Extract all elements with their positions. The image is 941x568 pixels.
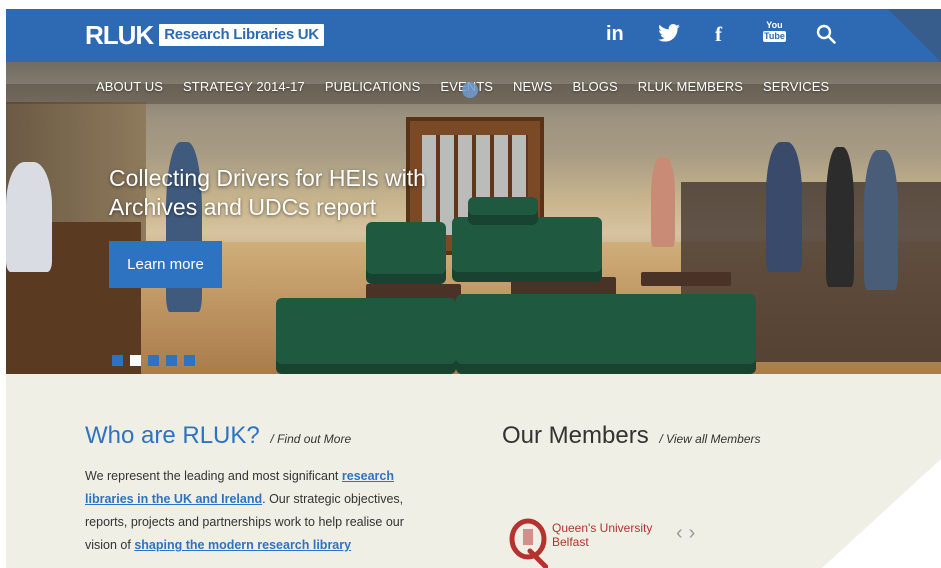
hero-photo-sofa — [456, 294, 756, 374]
member-logo-qub[interactable]: Queen's University Belfast — [508, 517, 652, 568]
qub-name: Queen's University Belfast — [552, 521, 652, 549]
next-arrow-icon[interactable]: › — [689, 522, 696, 545]
carousel-dot[interactable] — [166, 355, 177, 366]
who-heading: Who are RLUK? / Find out More — [85, 422, 351, 450]
qub-name-line1: Queen's University — [552, 521, 653, 535]
prev-arrow-icon[interactable]: ‹ — [676, 522, 683, 545]
hero-photo-person — [6, 162, 52, 272]
shaping-library-link[interactable]: shaping the modern research library — [134, 538, 351, 552]
carousel-dot[interactable] — [184, 355, 195, 366]
site-header: RLUK Research Libraries UK in f You Tube — [6, 9, 941, 62]
search-icon[interactable] — [816, 24, 836, 49]
qub-name-line2: Belfast — [552, 535, 589, 549]
nav-services[interactable]: SERVICES — [763, 79, 829, 94]
nav-blogs[interactable]: BLOGS — [572, 79, 617, 94]
carousel-dot-active[interactable] — [130, 355, 141, 366]
hero-title: Collecting Drivers for HEIs with Archive… — [109, 165, 426, 220]
qub-crest-icon — [508, 517, 549, 568]
youtube-tube-text: Tube — [763, 31, 786, 42]
youtube-icon[interactable]: You Tube — [763, 21, 786, 42]
carousel-dot[interactable] — [112, 355, 123, 366]
hero-photo-person — [826, 147, 854, 287]
facebook-icon[interactable]: f — [715, 22, 722, 47]
nav-strategy[interactable]: STRATEGY 2014-17 — [183, 79, 305, 94]
hero-photo-person — [651, 157, 675, 247]
hero-photo-sofa — [276, 298, 456, 374]
hero-photo-person — [864, 150, 898, 290]
find-out-more-link[interactable]: / Find out More — [270, 432, 351, 446]
nav-news[interactable]: NEWS — [513, 79, 552, 94]
nav-rluk-members[interactable]: RLUK MEMBERS — [638, 79, 743, 94]
nav-publications[interactable]: PUBLICATIONS — [325, 79, 421, 94]
view-all-members-link[interactable]: / View all Members — [659, 432, 760, 446]
hero-photo-person — [766, 142, 802, 272]
hero-photo-sofa — [452, 217, 602, 282]
carousel-dot[interactable] — [148, 355, 159, 366]
members-heading: Our Members / View all Members — [502, 422, 761, 450]
youtube-you-text: You — [766, 20, 783, 30]
learn-more-button[interactable]: Learn more — [109, 241, 222, 288]
rluk-logo[interactable]: RLUK Research Libraries UK — [85, 22, 324, 48]
nav-about-us[interactable]: ABOUT US — [96, 79, 163, 94]
members-title: Our Members — [502, 422, 649, 449]
who-description: We represent the leading and most signif… — [85, 465, 425, 557]
cursor-indicator — [462, 82, 478, 98]
hero-photo-sofa — [366, 222, 446, 284]
who-title: Who are RLUK? — [85, 422, 260, 449]
browser-viewport: RLUK Research Libraries UK in f You Tube — [6, 9, 941, 568]
content-section: Who are RLUK? / Find out More We represe… — [6, 374, 941, 568]
who-text-part: We represent the leading and most signif… — [85, 469, 342, 483]
header-corner-decoration — [888, 9, 941, 62]
members-carousel-arrows: ‹ › — [676, 522, 695, 545]
corner-decoration — [821, 459, 941, 568]
hero-carousel: ABOUT US STRATEGY 2014-17 PUBLICATIONS E… — [6, 62, 941, 374]
twitter-icon[interactable] — [658, 24, 680, 47]
logo-wordmark: RLUK — [85, 20, 154, 50]
hero-photo-table — [641, 272, 731, 286]
carousel-pagination — [112, 355, 195, 366]
logo-tagline: Research Libraries UK — [159, 24, 324, 46]
linkedin-icon[interactable]: in — [606, 23, 624, 46]
